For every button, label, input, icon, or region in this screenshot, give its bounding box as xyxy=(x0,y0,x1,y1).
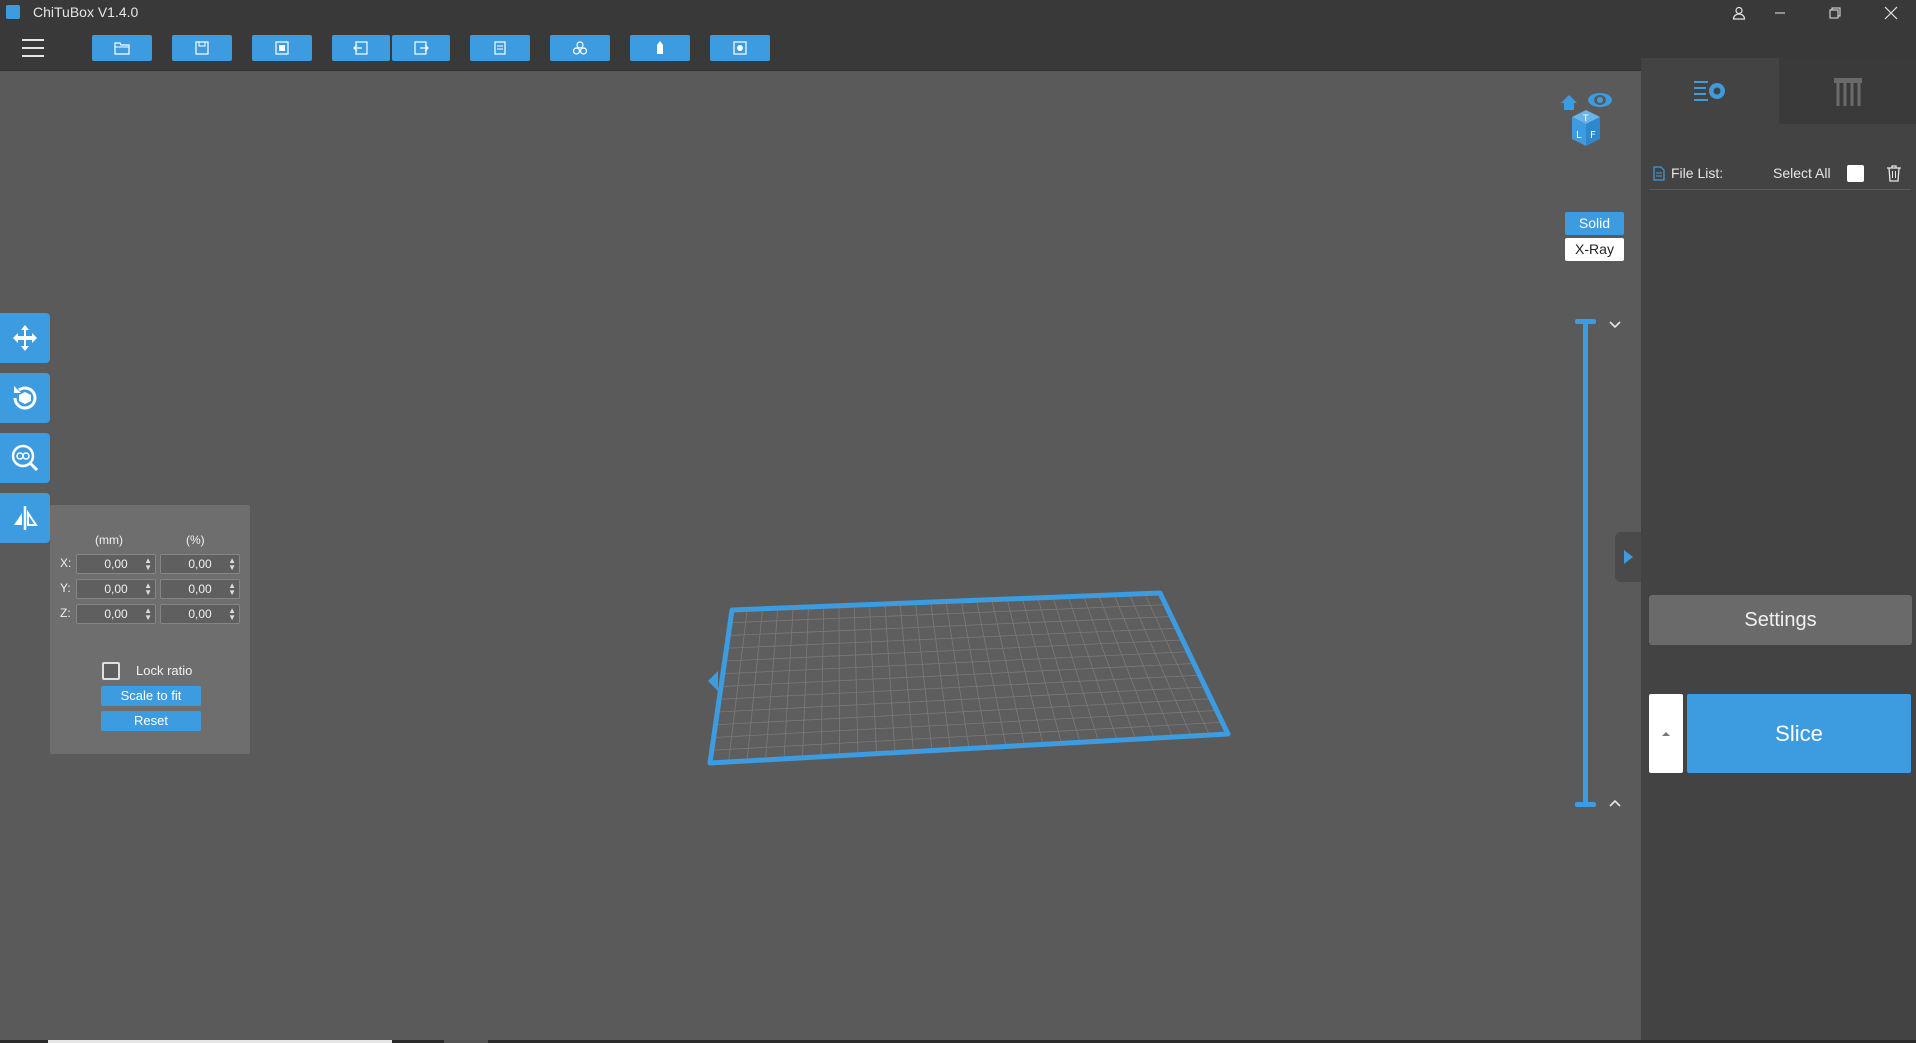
screenshot-button[interactable] xyxy=(710,35,770,61)
layer-slider-bottom-handle[interactable] xyxy=(1575,802,1596,807)
z-percent-input[interactable]: 0,00 ▲ ▼ xyxy=(160,604,240,624)
x-mm-input[interactable]: 0,00 ▲ ▼ xyxy=(76,554,156,574)
rotate-icon xyxy=(13,386,37,410)
mm-column-header: (mm) xyxy=(95,533,123,547)
fit-view-button[interactable] xyxy=(252,35,312,61)
save-button[interactable] xyxy=(172,35,232,61)
lock-ratio-checkbox[interactable] xyxy=(102,662,120,680)
reset-button[interactable]: Reset xyxy=(101,711,201,731)
tab-supports[interactable] xyxy=(1779,58,1916,124)
mirror-tool-button[interactable] xyxy=(0,493,50,543)
y-mm-input[interactable]: 0,00 ▲ ▼ xyxy=(76,579,156,599)
scale-panel: (mm) (%) X: 0,00 ▲ ▼ 0,00 ▲ ▼ Y: 0,00 ▲ ▼ 0,00… xyxy=(50,505,250,754)
layers-icon xyxy=(494,41,506,55)
move-tool-button[interactable] xyxy=(0,313,50,363)
select-all-label: Select All xyxy=(1773,165,1831,181)
slice-options-toggle[interactable] xyxy=(1649,694,1683,773)
layer-slider-track[interactable] xyxy=(1583,321,1588,805)
settings-button[interactable]: Settings xyxy=(1649,595,1912,645)
file-list-label: File List: xyxy=(1671,165,1724,181)
x-axis-label: X: xyxy=(60,556,72,570)
user-account-icon[interactable] xyxy=(1716,0,1762,25)
undo-button[interactable] xyxy=(332,35,390,61)
z-mm-input[interactable]: 0,00 ▲ ▼ xyxy=(76,604,156,624)
group-button[interactable] xyxy=(550,35,610,61)
mirror-icon xyxy=(14,506,38,530)
close-icon[interactable] xyxy=(1868,0,1914,25)
title-bar: ChiTuBox V1.4.0 xyxy=(0,0,1916,25)
x-percent-input[interactable]: 0,00 ▲ ▼ xyxy=(160,554,240,574)
z-axis-label: Z: xyxy=(60,606,71,620)
svg-text:F: F xyxy=(1590,130,1596,141)
window-title: ChiTuBox V1.4.0 xyxy=(33,4,139,20)
redo-icon xyxy=(414,41,429,55)
main-toolbar xyxy=(0,25,1916,71)
view-cube-icon[interactable]: T L F xyxy=(1558,88,1618,152)
percent-column-header: (%) xyxy=(186,533,205,547)
supports-icon xyxy=(1833,78,1862,106)
chevron-down-icon[interactable] xyxy=(1607,316,1623,332)
print-settings-icon xyxy=(1694,81,1725,101)
fit-view-icon xyxy=(275,41,289,55)
restore-icon[interactable] xyxy=(1812,0,1858,25)
trash-icon[interactable] xyxy=(1886,164,1902,182)
support-icon xyxy=(657,41,663,54)
minimize-icon[interactable] xyxy=(1757,0,1803,25)
layer-slider-top-handle[interactable] xyxy=(1575,319,1596,324)
y-axis-label: Y: xyxy=(60,581,71,595)
open-file-button[interactable] xyxy=(92,35,152,61)
move-icon xyxy=(13,325,37,351)
scale-tool-button[interactable] xyxy=(0,433,50,483)
layers-button[interactable] xyxy=(470,35,530,61)
undo-icon xyxy=(353,41,368,55)
file-list-header: File List: Select All xyxy=(1649,156,1911,190)
open-file-icon xyxy=(114,42,130,55)
solid-view-button[interactable]: Solid xyxy=(1565,212,1624,235)
rotate-tool-button[interactable] xyxy=(0,373,50,423)
app-logo-icon xyxy=(6,5,20,19)
save-icon xyxy=(195,41,209,55)
3d-viewport[interactable]: (mm) (%) X: 0,00 ▲ ▼ 0,00 ▲ ▼ Y: 0,00 ▲ ▼ 0,00… xyxy=(0,71,1641,1043)
play-arrow-icon xyxy=(1624,550,1633,564)
svg-text:L: L xyxy=(1576,130,1582,141)
scale-to-fit-button[interactable]: Scale to fit xyxy=(101,686,201,706)
svg-text:T: T xyxy=(1582,114,1589,124)
right-panel: File List: Select All Settings Slice xyxy=(1641,58,1916,1043)
redo-button[interactable] xyxy=(392,35,450,61)
caret-up-icon xyxy=(1662,731,1670,736)
file-icon xyxy=(1653,166,1665,181)
screenshot-icon xyxy=(733,41,747,55)
panel-collapse-button[interactable] xyxy=(1615,532,1641,582)
lock-ratio-label: Lock ratio xyxy=(136,663,193,678)
chevron-up-icon[interactable] xyxy=(1607,796,1623,812)
tab-print-settings[interactable] xyxy=(1641,58,1779,124)
select-all-checkbox[interactable] xyxy=(1847,165,1864,182)
slice-button[interactable]: Slice xyxy=(1687,694,1911,773)
scale-icon xyxy=(11,444,39,472)
group-icon xyxy=(572,41,588,55)
support-button[interactable] xyxy=(630,35,690,61)
hamburger-menu-icon[interactable] xyxy=(22,39,44,57)
xray-view-button[interactable]: X-Ray xyxy=(1565,238,1624,261)
y-percent-input[interactable]: 0,00 ▲ ▼ xyxy=(160,579,240,599)
